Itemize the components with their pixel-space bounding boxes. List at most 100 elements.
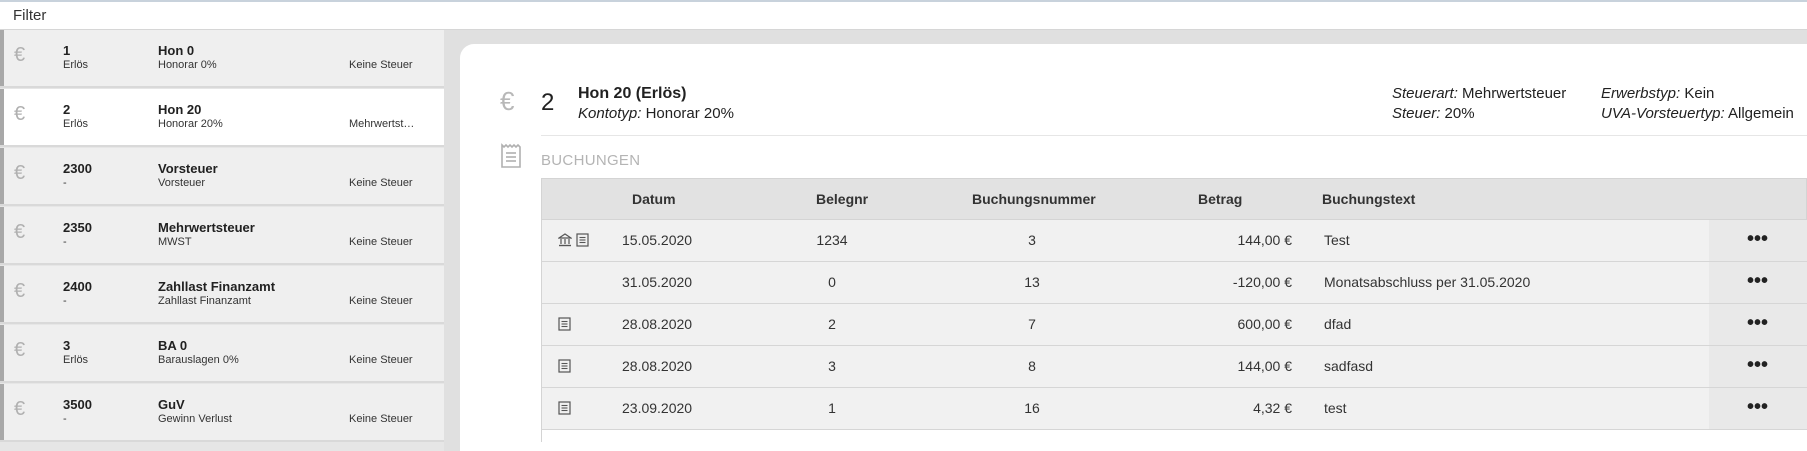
account-type: Erlös: [63, 354, 89, 366]
header-buchungsnummer[interactable]: Buchungsnummer: [972, 191, 1096, 207]
account-description: Barauslagen 0%: [158, 354, 239, 366]
bookings-table: Datum Belegnr Buchungsnummer Betrag Buch…: [541, 178, 1807, 442]
account-number: 1: [63, 43, 71, 58]
steuer-value: 20%: [1444, 105, 1475, 122]
table-row[interactable]: 28.08.2020 3 8 144,00 € sadfasd •••: [541, 346, 1807, 388]
account-tax: Mehrwertsteuer: [349, 118, 419, 130]
steuerart-value: Mehrwertsteuer: [1462, 85, 1567, 102]
cell-buchungsnummer: 7: [1028, 316, 1036, 332]
more-options-icon[interactable]: •••: [1747, 313, 1768, 333]
euro-icon: €: [14, 280, 26, 302]
filter-label[interactable]: Filter: [13, 7, 46, 24]
account-name: Mehrwertsteuer: [158, 220, 255, 235]
item-gutter: [0, 148, 4, 204]
detail-steuer: Steuer: 20%: [1392, 105, 1475, 122]
account-tax: Keine Steuer: [349, 236, 413, 248]
detail-account-title: Hon 20 (Erlös): [578, 85, 687, 102]
cell-datum: 28.08.2020: [622, 316, 693, 332]
account-list-item[interactable]: €2350- Mehrwertsteuer MWST Keine Steuer: [0, 207, 444, 265]
cell-belegnr: 1234: [816, 232, 848, 248]
erwerbstyp-label: Erwerbstyp:: [1601, 85, 1681, 102]
account-list-item[interactable]: €2300- Vorsteuer Vorsteuer Keine Steuer: [0, 148, 444, 206]
cell-datum: 28.08.2020: [622, 358, 693, 374]
top-bar: Filter: [0, 0, 1807, 30]
cell-buchungsnummer: 16: [1024, 400, 1040, 416]
divider: [541, 135, 1807, 136]
account-list-item[interactable]: €3500- GuV Gewinn Verlust Keine Steuer: [0, 384, 444, 442]
euro-icon: €: [500, 86, 515, 116]
header-betrag[interactable]: Betrag: [1198, 191, 1242, 207]
item-gutter: [0, 207, 4, 263]
table-row[interactable]: 31.05.2020 0 13 -120,00 € Monatsabschluss pe…: [541, 262, 1807, 304]
cell-belegnr: 1: [828, 400, 836, 416]
account-type: Erlös: [63, 118, 89, 130]
account-name: BA 0: [158, 338, 188, 353]
account-name: Hon 0: [158, 43, 195, 58]
header-datum[interactable]: Datum: [632, 191, 676, 207]
account-number: 3: [63, 338, 71, 353]
receipt-icon[interactable]: [576, 233, 589, 252]
row-actions-cell: •••: [1709, 346, 1807, 387]
more-options-icon[interactable]: •••: [1747, 397, 1768, 417]
row-actions-cell: •••: [1709, 262, 1807, 303]
table-row[interactable]: 28.08.2020 2 7 600,00 € dfad •••: [541, 304, 1807, 346]
cell-betrag: 144,00 €: [1237, 232, 1293, 248]
account-description: MWST: [158, 236, 192, 248]
account-tax: Keine Steuer: [349, 295, 413, 307]
cell-belegnr: 2: [828, 316, 836, 332]
account-description: Honorar 20%: [158, 118, 223, 130]
uva-label: UVA-Vorsteuertyp:: [1601, 105, 1725, 122]
cell-buchungsnummer: 13: [1024, 274, 1040, 290]
table-row[interactable]: 15.05.2020 1234 3 144,00 € Test •••: [541, 220, 1807, 262]
account-name: GuV: [158, 397, 185, 412]
account-detail-panel: € 2 Hon 20 (Erlös) Kontotyp: Honorar 20%…: [460, 44, 1807, 451]
detail-kontotyp: Kontotyp: Honorar 20%: [578, 105, 734, 122]
account-description: Zahllast Finanzamt: [158, 295, 251, 307]
account-description: Gewinn Verlust: [158, 413, 232, 425]
cell-datum: 31.05.2020: [622, 274, 693, 290]
cell-betrag: 144,00 €: [1237, 358, 1293, 374]
account-description: Vorsteuer: [158, 177, 206, 189]
receipt-icon[interactable]: [558, 317, 571, 336]
receipt-icon[interactable]: [558, 401, 571, 420]
table-row[interactable]: 23.09.2020 1 16 4,32 € test •••: [541, 388, 1807, 430]
account-type: -: [63, 295, 67, 307]
account-name: Zahllast Finanzamt: [158, 279, 276, 294]
section-title-buchungen: BUCHUNGEN: [541, 152, 641, 169]
more-options-icon[interactable]: •••: [1747, 229, 1768, 249]
cell-datum: 23.09.2020: [622, 400, 693, 416]
account-tax: Keine Steuer: [349, 413, 413, 425]
account-number: 2350: [63, 220, 92, 235]
cell-buchungstext: test: [1324, 400, 1347, 416]
account-type: Erlös: [63, 59, 89, 71]
row-actions-cell: •••: [1709, 220, 1807, 261]
kontotyp-label: Kontotyp:: [578, 105, 642, 122]
euro-icon: €: [14, 398, 26, 420]
cell-buchungsnummer: 8: [1028, 358, 1036, 374]
account-type: -: [63, 413, 67, 425]
header-buchungstext[interactable]: Buchungstext: [1322, 191, 1415, 207]
account-list: €1 Erlös Hon 0 Honorar 0% Keine Steuer €2 Erlö…: [0, 30, 444, 451]
cell-betrag: 4,32 €: [1253, 400, 1292, 416]
account-tax: Keine Steuer: [349, 59, 413, 71]
account-list-item[interactable]: €2400- Zahllast Finanzamt Zahllast Finanza…: [0, 266, 444, 324]
account-type: -: [63, 236, 67, 248]
receipt-icon[interactable]: [558, 359, 571, 378]
row-actions-cell: •••: [1709, 304, 1807, 345]
detail-erwerbstyp: Erwerbstyp: Kein: [1601, 85, 1714, 102]
more-options-icon[interactable]: •••: [1747, 271, 1768, 291]
header-belegnr[interactable]: Belegnr: [816, 191, 868, 207]
account-list-item[interactable]: €3 Erlös BA 0 Barauslagen 0% Keine Steuer: [0, 325, 444, 383]
cell-datum: 15.05.2020: [622, 232, 693, 248]
euro-icon: €: [14, 221, 26, 243]
account-tax: Keine Steuer: [349, 177, 413, 189]
account-list-item[interactable]: €2 Erlös Hon 20 Honorar 20% Mehrwertsteuer: [0, 89, 444, 147]
cell-buchungstext: sadfasd: [1324, 358, 1374, 374]
steuerart-label: Steuerart:: [1392, 85, 1458, 102]
more-options-icon[interactable]: •••: [1747, 355, 1768, 375]
account-list-item[interactable]: €1 Erlös Hon 0 Honorar 0% Keine Steuer: [0, 30, 444, 88]
table-footer: [541, 430, 1807, 442]
cell-belegnr: 0: [828, 274, 836, 290]
account-type: -: [63, 177, 67, 189]
bank-icon[interactable]: [557, 233, 573, 252]
